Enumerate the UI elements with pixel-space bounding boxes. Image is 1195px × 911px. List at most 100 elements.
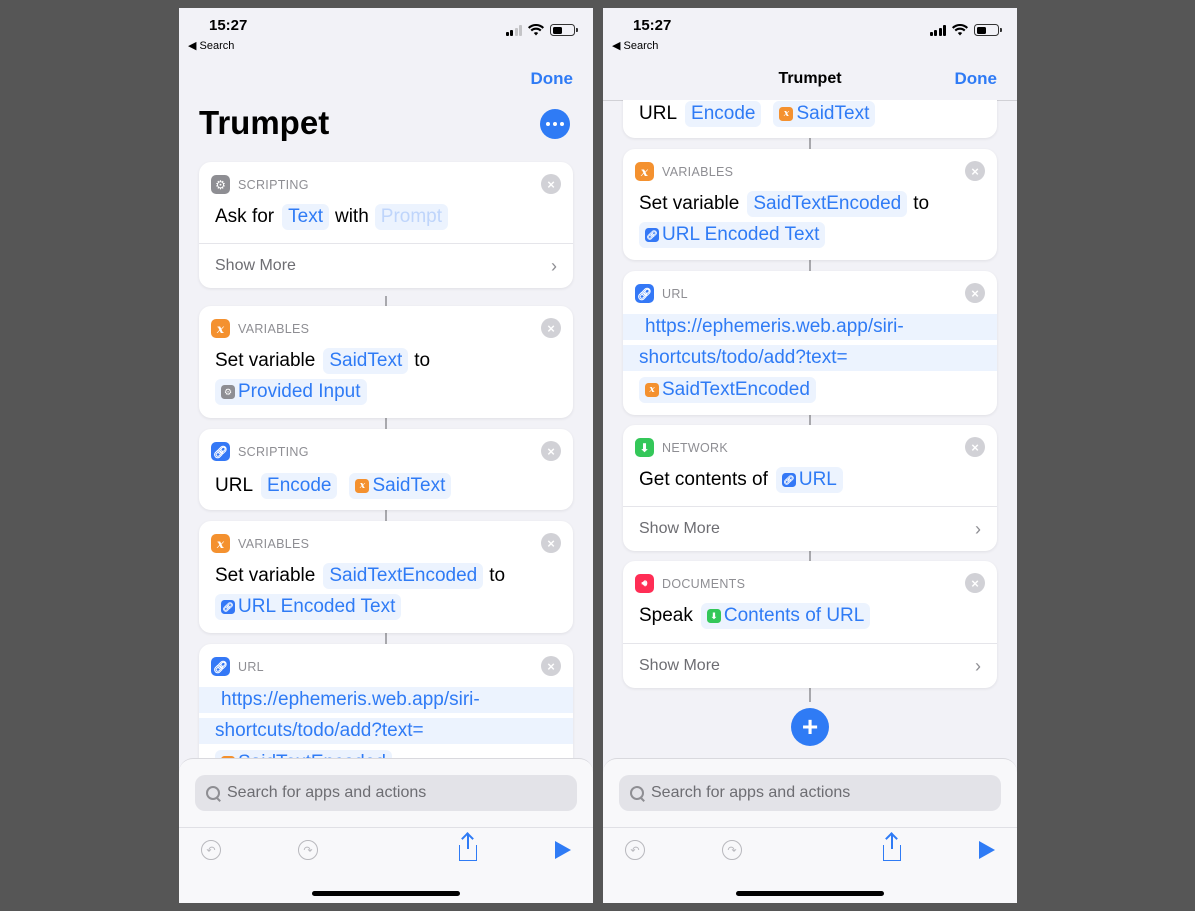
- url-text-line[interactable]: shortcuts/todo/add?text=: [215, 720, 424, 742]
- close-icon[interactable]: ×: [541, 441, 561, 461]
- encode-mode-token[interactable]: Encode: [685, 101, 762, 127]
- close-icon[interactable]: ×: [965, 283, 985, 303]
- said-text-encoded-token: xSaidTextEncoded: [215, 750, 392, 758]
- link-icon: 🔗︎: [211, 657, 230, 676]
- play-icon: [979, 841, 995, 859]
- run-button[interactable]: [550, 837, 576, 863]
- redo-button[interactable]: ↷: [719, 837, 745, 863]
- page-title: Trumpet: [199, 104, 330, 141]
- action-card-set-variable-encoded[interactable]: x VARIABLES × Set variable SaidTextEncod…: [199, 521, 573, 633]
- action-connector: [385, 418, 387, 429]
- action-connector: [809, 260, 811, 271]
- input-type-token[interactable]: Text: [282, 204, 329, 230]
- url-text-line[interactable]: shortcuts/todo/add?text=: [639, 347, 848, 369]
- variable-icon: x: [211, 534, 230, 553]
- url-encoded-text-token[interactable]: 🔗︎ URL Encoded Text: [639, 222, 826, 248]
- gear-icon: ⚙: [221, 385, 235, 399]
- variable-icon: x: [645, 383, 659, 397]
- category-label: SCRIPTING: [238, 444, 309, 459]
- action-search-panel: Search for apps and actions ↶ ↷: [603, 758, 1017, 903]
- home-indicator: [736, 891, 884, 896]
- close-icon[interactable]: ×: [541, 656, 561, 676]
- action-connector: [809, 415, 811, 425]
- encode-mode-token[interactable]: Encode: [261, 473, 338, 499]
- variable-name-token[interactable]: SaidTextEncoded: [323, 563, 484, 589]
- show-more-button[interactable]: Show More ›: [623, 643, 997, 688]
- link-icon: 🔗︎: [645, 228, 659, 242]
- prompt-token[interactable]: Prompt: [374, 204, 449, 230]
- category-label: VARIABLES: [238, 321, 310, 336]
- provided-input-token[interactable]: ⚙ Provided Input: [215, 379, 367, 405]
- link-icon: 🔗︎: [211, 442, 230, 461]
- action-card-url-encode[interactable]: URL Encode x SaidText: [623, 100, 997, 138]
- close-icon[interactable]: ×: [541, 174, 561, 194]
- url-token[interactable]: 🔗︎ URL: [775, 467, 843, 493]
- share-button[interactable]: [879, 835, 905, 863]
- search-input[interactable]: Search for apps and actions: [619, 775, 1001, 811]
- variable-icon: x: [635, 162, 654, 181]
- status-icons: [505, 24, 578, 36]
- show-more-button[interactable]: Show More ›: [199, 243, 573, 288]
- play-icon: [555, 841, 571, 859]
- gear-icon: ⚙: [211, 175, 230, 194]
- done-button[interactable]: Done: [531, 69, 574, 89]
- done-button[interactable]: Done: [955, 69, 998, 89]
- undo-button[interactable]: ↶: [622, 837, 648, 863]
- left-phone-screen: 15:27 ◀ Search Done Trumpet ⚙ SCRIPTING …: [179, 8, 593, 903]
- close-icon[interactable]: ×: [541, 533, 561, 553]
- url-text-line[interactable]: https://ephemeris.web.app/siri-: [645, 316, 904, 338]
- add-action-button[interactable]: +: [791, 708, 829, 746]
- share-button[interactable]: [455, 835, 481, 863]
- action-card-get-contents[interactable]: ⬇ NETWORK × Get contents of 🔗︎ URL Show M…: [623, 425, 997, 551]
- action-card-url[interactable]: 🔗︎ URL × https://ephemeris.web.app/siri-…: [623, 271, 997, 415]
- said-text-token[interactable]: x SaidText: [349, 473, 452, 499]
- said-text-token[interactable]: x SaidText: [773, 101, 876, 127]
- chevron-right-icon: ›: [975, 518, 981, 539]
- battery-icon: [550, 24, 578, 36]
- battery-icon: [974, 24, 1002, 36]
- action-card-ask-for-input[interactable]: ⚙ SCRIPTING × Ask for Text with Prompt S…: [199, 162, 573, 288]
- download-icon: ⬇: [706, 609, 721, 623]
- action-card-set-variable[interactable]: x VARIABLES × Set variable SaidText to ⚙…: [199, 306, 573, 418]
- category-label: DOCUMENTS: [662, 576, 746, 591]
- category-label: SCRIPTING: [238, 177, 309, 192]
- variable-name-token[interactable]: SaidTextEncoded: [747, 191, 908, 217]
- search-icon: [205, 785, 221, 801]
- close-icon[interactable]: ×: [965, 161, 985, 181]
- home-indicator: [312, 891, 460, 896]
- category-label: VARIABLES: [662, 164, 734, 179]
- show-more-button[interactable]: Show More ›: [623, 506, 997, 551]
- undo-icon: ↶: [201, 840, 221, 860]
- action-card-url-encode[interactable]: 🔗︎ SCRIPTING × URL Encode x SaidText: [199, 429, 573, 510]
- variable-icon: x: [211, 319, 230, 338]
- status-bar: 15:27 ◀ Search: [179, 8, 593, 58]
- redo-button[interactable]: ↷: [295, 837, 321, 863]
- more-options-button[interactable]: [540, 109, 570, 139]
- close-icon[interactable]: ×: [965, 437, 985, 457]
- close-icon[interactable]: ×: [541, 318, 561, 338]
- contents-of-url-token[interactable]: ⬇ Contents of URL: [700, 603, 871, 629]
- action-connector: [809, 688, 811, 702]
- close-icon[interactable]: ×: [965, 573, 985, 593]
- action-connector: [385, 296, 387, 306]
- category-label: URL: [662, 286, 688, 301]
- url-encoded-text-token[interactable]: 🔗︎ URL Encoded Text: [215, 594, 402, 620]
- search-input[interactable]: Search for apps and actions: [195, 775, 577, 811]
- actions-list[interactable]: URL Encode x SaidText x VARIABLES × Set v…: [603, 100, 1017, 758]
- action-card-speak[interactable]: 🔊︎ DOCUMENTS × Speak ⬇ Contents of URL Sh…: [623, 561, 997, 688]
- cellular-signal-icon: [929, 24, 946, 36]
- action-card-set-variable-encoded[interactable]: x VARIABLES × Set variable SaidTextEncod…: [623, 149, 997, 260]
- back-to-search-link[interactable]: ◀ Search: [188, 39, 234, 52]
- back-to-search-link[interactable]: ◀ Search: [612, 39, 658, 52]
- undo-button[interactable]: ↶: [198, 837, 224, 863]
- redo-icon: ↷: [298, 840, 318, 860]
- redo-icon: ↷: [722, 840, 742, 860]
- chevron-right-icon: ›: [551, 255, 557, 276]
- variable-name-token[interactable]: SaidText: [323, 348, 409, 374]
- url-text-line[interactable]: https://ephemeris.web.app/siri-: [221, 689, 480, 711]
- actions-list[interactable]: ⚙ SCRIPTING × Ask for Text with Prompt S…: [179, 158, 593, 758]
- run-button[interactable]: [974, 837, 1000, 863]
- action-card-url[interactable]: 🔗︎ URL × https://ephemeris.web.app/siri-…: [199, 644, 573, 758]
- action-search-panel: Search for apps and actions ↶ ↷: [179, 758, 593, 903]
- variable-icon: x: [779, 107, 794, 121]
